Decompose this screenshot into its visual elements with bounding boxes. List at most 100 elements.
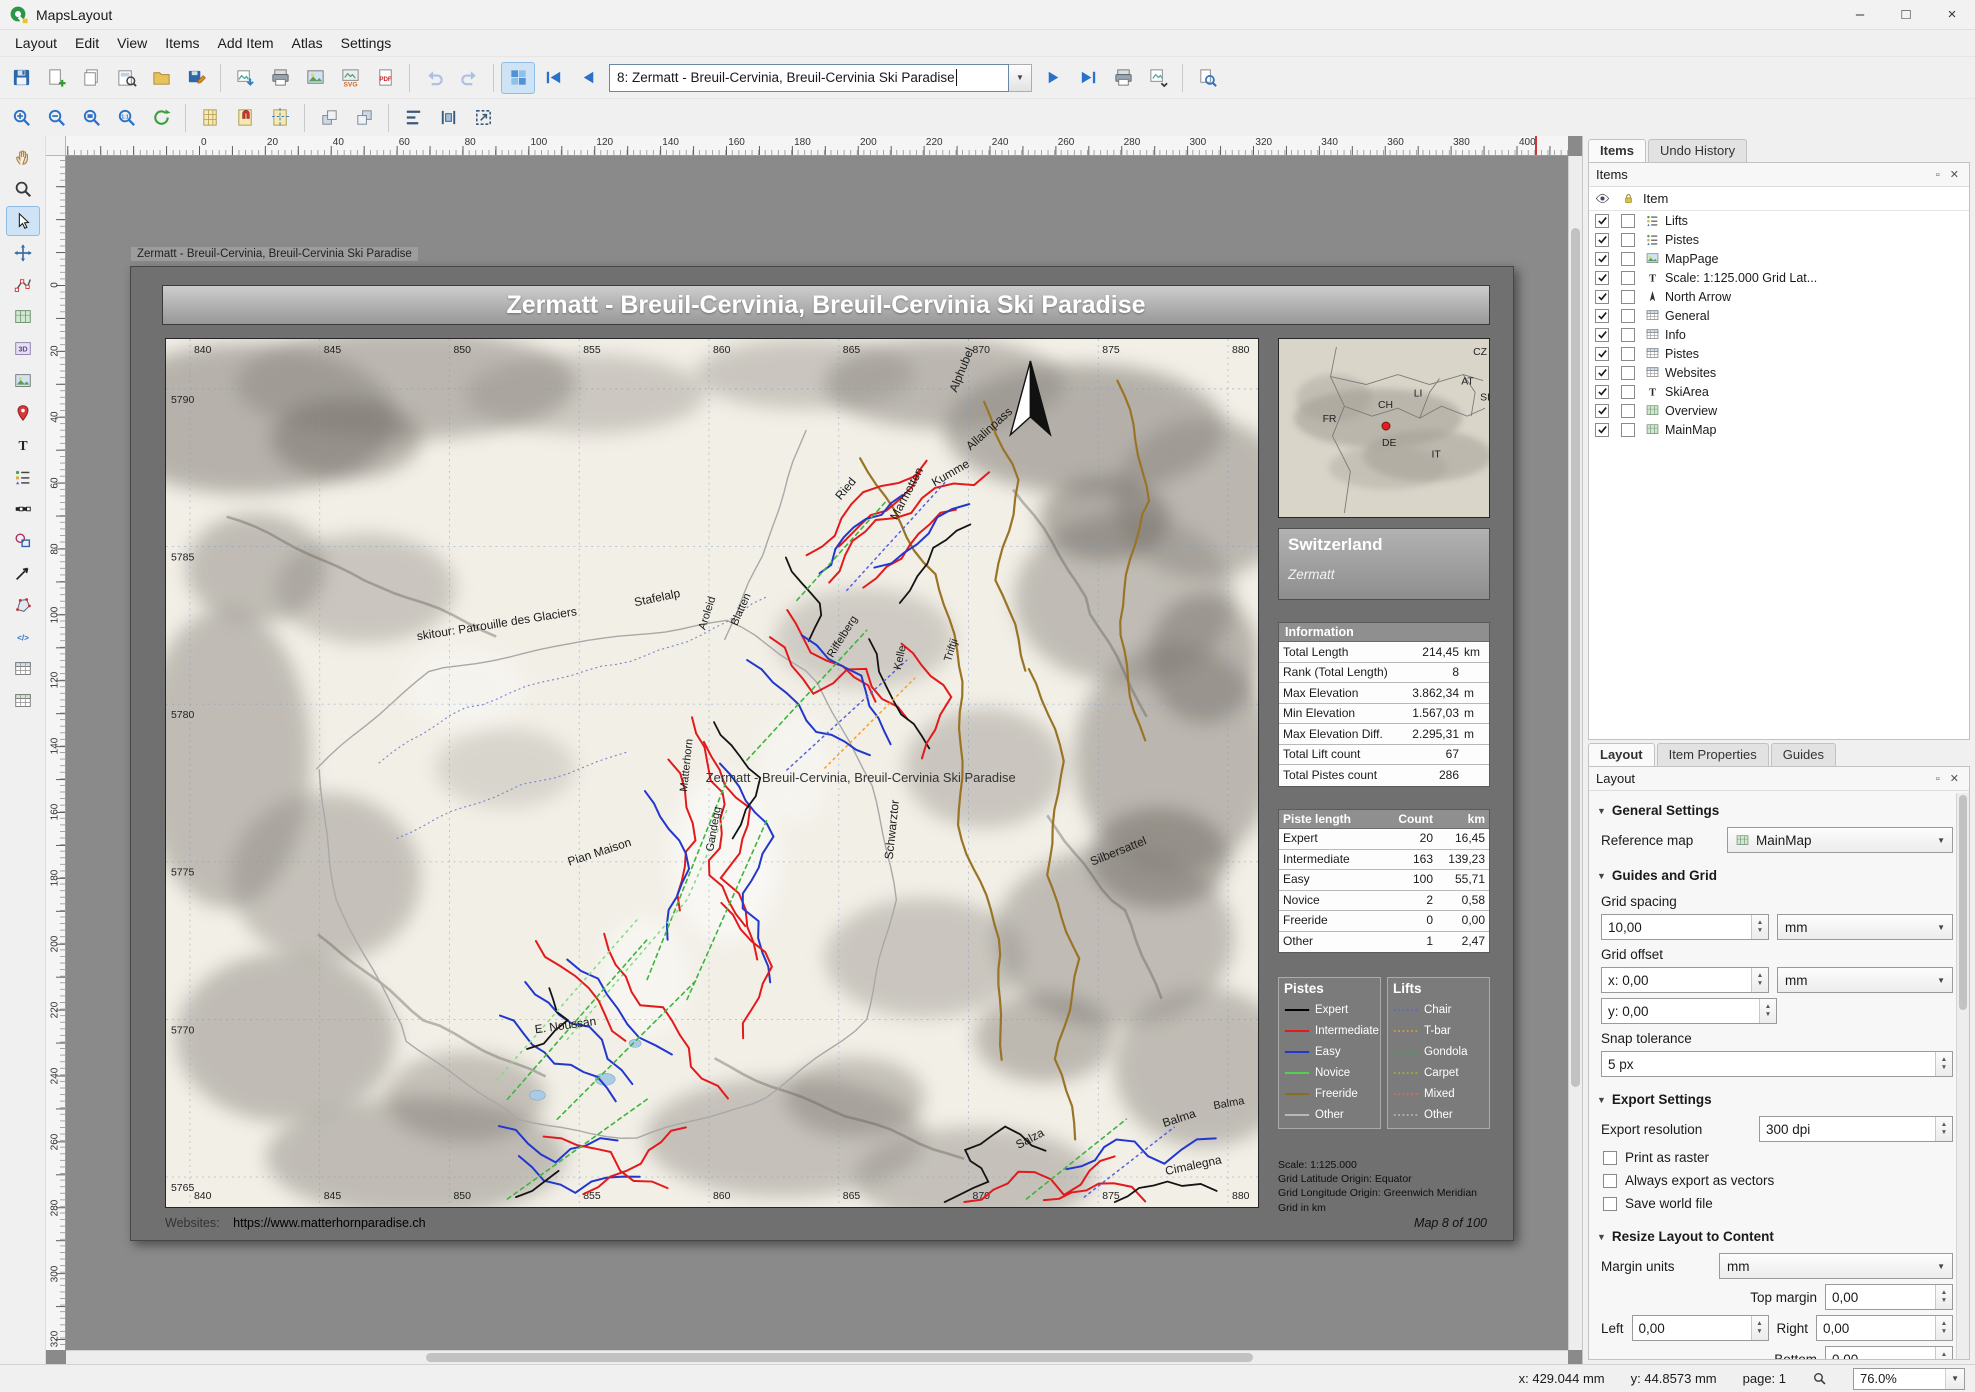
- layout-item-lifts[interactable]: Lifts: [1589, 211, 1969, 230]
- add-legend-tool[interactable]: [6, 462, 40, 492]
- item-lock-checkbox[interactable]: [1621, 404, 1635, 418]
- layout-page[interactable]: Zermatt - Breuil-Cervinia, Breuil-Cervin…: [130, 266, 1514, 1241]
- export-raster-button[interactable]: [298, 62, 332, 94]
- checkbox-always-export-as-vectors[interactable]: Always export as vectors: [1603, 1173, 1953, 1188]
- right-margin-input[interactable]: 0,00 ▲▼: [1816, 1315, 1953, 1341]
- item-lock-checkbox[interactable]: [1621, 328, 1635, 342]
- save-project-button[interactable]: [4, 62, 38, 94]
- print-layout-button[interactable]: [263, 62, 297, 94]
- add-node-item-tool[interactable]: [6, 590, 40, 620]
- item-visibility-checkbox[interactable]: [1595, 366, 1609, 380]
- spinner-arrows[interactable]: ▲▼: [1751, 1316, 1768, 1340]
- grid-offset-y-input[interactable]: y: 0,00 ▲▼: [1601, 998, 1777, 1024]
- raise-selected-items-button[interactable]: [312, 102, 346, 134]
- pistes-legend[interactable]: PistesExpertIntermediateEasyNoviceFreeri…: [1278, 977, 1381, 1129]
- websites-item[interactable]: Websites: https://www.matterhornparadise…: [165, 1216, 426, 1230]
- add-fixed-table-tool[interactable]: [6, 686, 40, 716]
- title-banner[interactable]: Zermatt - Breuil-Cervinia, Breuil-Cervin…: [162, 285, 1490, 325]
- add-shape-tool[interactable]: [6, 526, 40, 556]
- add-picture-tool[interactable]: [6, 366, 40, 396]
- grid-offset-x-input[interactable]: x: 0,00 ▲▼: [1601, 967, 1769, 993]
- add-marker-tool[interactable]: [6, 398, 40, 428]
- resize-selected-items-button[interactable]: [466, 102, 500, 134]
- tab-items[interactable]: Items: [1588, 139, 1646, 162]
- grid-spacing-unit-combo[interactable]: mm▼: [1777, 914, 1953, 940]
- export-resolution-input[interactable]: 300 dpi ▲▼: [1759, 1116, 1953, 1142]
- general-settings-header[interactable]: ▼ General Settings: [1597, 795, 1953, 821]
- item-visibility-checkbox[interactable]: [1595, 423, 1609, 437]
- top-margin-input[interactable]: 0,00 ▲▼: [1825, 1284, 1953, 1310]
- item-lock-checkbox[interactable]: [1621, 347, 1635, 361]
- menu-atlas[interactable]: Atlas: [283, 32, 332, 54]
- margin-units-combo[interactable]: mm▼: [1719, 1253, 1953, 1279]
- atlas-feature-combo[interactable]: 8: Zermatt - Breuil-Cervinia, Breuil-Cer…: [609, 64, 1009, 92]
- export-svg-button[interactable]: SVG: [333, 62, 367, 94]
- item-lock-checkbox[interactable]: [1621, 271, 1635, 285]
- atlas-settings-button[interactable]: [501, 62, 535, 94]
- item-lock-checkbox[interactable]: [1621, 233, 1635, 247]
- information-table[interactable]: Information Total Length214,45kmRank (To…: [1278, 622, 1490, 787]
- item-visibility-checkbox[interactable]: [1595, 271, 1609, 285]
- menu-layout[interactable]: Layout: [6, 32, 66, 54]
- zoom-out-button[interactable]: [39, 102, 73, 134]
- atlas-next-feature-button[interactable]: [1036, 62, 1070, 94]
- zoom-actual-size-button[interactable]: 1:1: [109, 102, 143, 134]
- spinner-arrows[interactable]: ▲▼: [1935, 1347, 1952, 1359]
- load-template-button[interactable]: [144, 62, 178, 94]
- atlas-last-feature-button[interactable]: [1071, 62, 1105, 94]
- checkbox[interactable]: [1603, 1174, 1617, 1188]
- horizontal-scrollbar[interactable]: [66, 1350, 1568, 1364]
- show-grid-button[interactable]: [193, 102, 227, 134]
- left-margin-input[interactable]: 0,00 ▲▼: [1632, 1315, 1769, 1341]
- show-guides-button[interactable]: [263, 102, 297, 134]
- layout-item-overview[interactable]: Overview: [1589, 401, 1969, 420]
- tab-item-properties[interactable]: Item Properties: [1657, 743, 1769, 766]
- add-attribute-table-tool[interactable]: [6, 654, 40, 684]
- spinner-arrows[interactable]: ▲▼: [1935, 1285, 1952, 1309]
- item-visibility-checkbox[interactable]: [1595, 328, 1609, 342]
- zoom-tool[interactable]: [6, 174, 40, 204]
- main-map[interactable]: 8408458508558608658708758808408458508558…: [165, 338, 1259, 1208]
- grid-offset-unit-combo[interactable]: mm▼: [1777, 967, 1953, 993]
- edit-nodes-item-tool[interactable]: [6, 270, 40, 300]
- export-as-image-button[interactable]: [228, 62, 262, 94]
- zoom-in-button[interactable]: [4, 102, 38, 134]
- item-lock-checkbox[interactable]: [1621, 423, 1635, 437]
- lifts-legend[interactable]: LiftsChairT-barGondolaCarpetMixedOther: [1387, 977, 1490, 1129]
- minimize-button[interactable]: –: [1837, 0, 1883, 29]
- item-visibility-checkbox[interactable]: [1595, 290, 1609, 304]
- layout-item-pistes[interactable]: Pistes: [1589, 344, 1969, 363]
- vertical-ruler[interactable]: 0204060801001201401601802002202402602803…: [46, 156, 66, 1350]
- menu-add-item[interactable]: Add Item: [209, 32, 283, 54]
- spinner-arrows[interactable]: ▲▼: [1751, 915, 1768, 939]
- refresh-view-button[interactable]: [144, 102, 178, 134]
- save-as-template-button[interactable]: [179, 62, 213, 94]
- layout-item-mainmap[interactable]: MainMap: [1589, 420, 1969, 439]
- zoom-level-combo[interactable]: 76.0% ▼: [1853, 1368, 1965, 1390]
- export-atlas-button[interactable]: [1141, 62, 1175, 94]
- item-visibility-checkbox[interactable]: [1595, 233, 1609, 247]
- spinner-arrows[interactable]: ▲▼: [1935, 1052, 1952, 1076]
- guides-grid-header[interactable]: ▼ Guides and Grid: [1597, 860, 1953, 886]
- spinner-arrows[interactable]: ▲▼: [1935, 1117, 1952, 1141]
- add-scalebar-tool[interactable]: [6, 494, 40, 524]
- atlas-preview-button[interactable]: [1190, 62, 1224, 94]
- item-visibility-checkbox[interactable]: [1595, 252, 1609, 266]
- item-lock-checkbox[interactable]: [1621, 252, 1635, 266]
- lower-selected-items-button[interactable]: [347, 102, 381, 134]
- layout-item-info[interactable]: Info: [1589, 325, 1969, 344]
- item-visibility-checkbox[interactable]: [1595, 404, 1609, 418]
- menu-edit[interactable]: Edit: [66, 32, 108, 54]
- item-visibility-checkbox[interactable]: [1595, 385, 1609, 399]
- add-arrow-tool[interactable]: [6, 558, 40, 588]
- checkbox-print-as-raster[interactable]: Print as raster: [1603, 1150, 1953, 1165]
- vertical-scrollbar[interactable]: [1568, 156, 1582, 1350]
- add-label-tool[interactable]: T: [6, 430, 40, 460]
- export-pdf-button[interactable]: PDF: [368, 62, 402, 94]
- export-settings-header[interactable]: ▼ Export Settings: [1597, 1084, 1953, 1110]
- layout-item-pistes[interactable]: Pistes: [1589, 230, 1969, 249]
- menu-view[interactable]: View: [108, 32, 156, 54]
- select-move-item-tool[interactable]: [6, 206, 40, 236]
- item-lock-checkbox[interactable]: [1621, 290, 1635, 304]
- item-lock-checkbox[interactable]: [1621, 366, 1635, 380]
